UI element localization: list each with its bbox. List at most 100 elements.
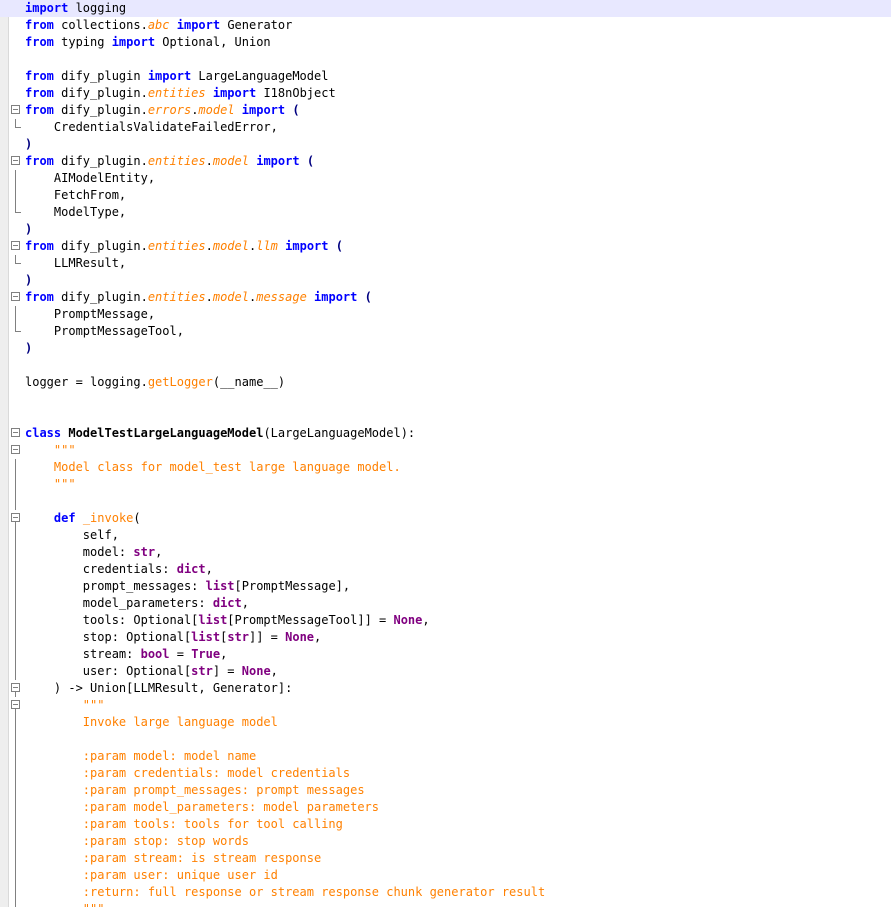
code-line[interactable]: ModelType, [0, 204, 891, 221]
code-line[interactable]: """ [0, 697, 891, 714]
code-token: message [256, 290, 307, 304]
fold-marker [11, 782, 23, 799]
collapse-icon[interactable] [11, 445, 20, 454]
code-line[interactable]: stream: bool = True, [0, 646, 891, 663]
code-line[interactable]: from dify_plugin.entities.model.message … [0, 289, 891, 306]
code-line[interactable]: """ [0, 442, 891, 459]
code-text: ) [25, 136, 32, 153]
code-line[interactable]: logger = logging.getLogger(__name__) [0, 374, 891, 391]
code-line[interactable]: prompt_messages: list[PromptMessage], [0, 578, 891, 595]
code-line[interactable]: user: Optional[str] = None, [0, 663, 891, 680]
code-line[interactable]: LLMResult, [0, 255, 891, 272]
code-text: self, [25, 527, 119, 544]
collapse-icon[interactable] [11, 513, 20, 522]
code-line[interactable]: from typing import Optional, Union [0, 34, 891, 51]
code-line[interactable]: :param credentials: model credentials [0, 765, 891, 782]
code-line[interactable]: from dify_plugin.entities import I18nObj… [0, 85, 891, 102]
code-token: str [133, 545, 156, 559]
code-line[interactable] [0, 391, 891, 408]
code-line[interactable]: :param stream: is stream response [0, 850, 891, 867]
code-line[interactable]: :param model: model name [0, 748, 891, 765]
code-line[interactable]: model_parameters: dict, [0, 595, 891, 612]
fold-marker[interactable] [11, 442, 23, 459]
fold-marker[interactable] [11, 153, 23, 170]
code-text: Model class for model_test large languag… [25, 459, 401, 476]
code-line[interactable] [0, 493, 891, 510]
collapse-icon[interactable] [11, 241, 20, 250]
fold-marker[interactable] [11, 102, 23, 119]
code-token: logging [68, 1, 127, 15]
code-line[interactable]: Model class for model_test large languag… [0, 459, 891, 476]
fold-marker[interactable] [11, 680, 23, 697]
code-line[interactable] [0, 357, 891, 374]
code-line[interactable]: ) [0, 272, 891, 289]
code-line[interactable]: :param model_parameters: model parameter… [0, 799, 891, 816]
code-line[interactable] [0, 408, 891, 425]
code-line[interactable]: PromptMessage, [0, 306, 891, 323]
code-token: I18nObject [256, 86, 336, 100]
fold-marker[interactable] [11, 289, 23, 306]
code-line[interactable]: """ [0, 476, 891, 493]
code-line[interactable]: from collections.abc import Generator [0, 17, 891, 34]
collapse-icon[interactable] [11, 700, 20, 709]
fold-marker [11, 187, 23, 204]
code-token: ModelType, [25, 205, 127, 219]
code-line[interactable]: import logging [0, 0, 891, 17]
code-line[interactable]: tools: Optional[list[PromptMessageTool]]… [0, 612, 891, 629]
fold-marker[interactable] [11, 510, 23, 527]
collapse-icon[interactable] [11, 292, 20, 301]
code-line[interactable]: from dify_plugin.errors.model import ( [0, 102, 891, 119]
collapse-icon[interactable] [11, 156, 20, 165]
code-line[interactable]: ) -> Union[LLMResult, Generator]: [0, 680, 891, 697]
code-line[interactable]: AIModelEntity, [0, 170, 891, 187]
code-text: from dify_plugin.entities import I18nObj… [25, 85, 336, 102]
collapse-icon[interactable] [11, 683, 20, 692]
fold-marker [11, 595, 23, 612]
code-line[interactable]: self, [0, 527, 891, 544]
code-line[interactable]: PromptMessageTool, [0, 323, 891, 340]
code-text: :param tools: tools for tool calling [25, 816, 343, 833]
code-line[interactable]: ) [0, 136, 891, 153]
code-line[interactable]: :param user: unique user id [0, 867, 891, 884]
fold-line [15, 850, 16, 867]
code-lines[interactable]: import logging from collections.abc impor… [0, 0, 891, 907]
code-line[interactable]: :return: full response or stream respons… [0, 884, 891, 901]
code-line[interactable]: credentials: dict, [0, 561, 891, 578]
code-line[interactable]: FetchFrom, [0, 187, 891, 204]
code-line[interactable]: :param stop: stop words [0, 833, 891, 850]
code-line[interactable]: CredentialsValidateFailedError, [0, 119, 891, 136]
code-line[interactable]: from dify_plugin.entities.model import ( [0, 153, 891, 170]
code-line[interactable]: :param prompt_messages: prompt messages [0, 782, 891, 799]
code-editor[interactable]: import logging from collections.abc impor… [0, 0, 891, 907]
fold-line [15, 459, 16, 476]
code-text: ) [25, 221, 32, 238]
code-line[interactable]: class ModelTestLargeLanguageModel(LargeL… [0, 425, 891, 442]
code-line[interactable]: from dify_plugin.entities.model.llm impo… [0, 238, 891, 255]
fold-marker[interactable] [11, 425, 23, 442]
fold-line [15, 561, 16, 578]
code-token: FetchFrom, [25, 188, 127, 202]
code-line[interactable] [0, 731, 891, 748]
code-line[interactable]: def _invoke( [0, 510, 891, 527]
code-line[interactable]: ) [0, 221, 891, 238]
code-line[interactable]: Invoke large language model [0, 714, 891, 731]
code-line[interactable]: :param tools: tools for tool calling [0, 816, 891, 833]
code-line[interactable]: ) [0, 340, 891, 357]
fold-marker[interactable] [11, 697, 23, 714]
fold-marker[interactable] [11, 238, 23, 255]
code-line[interactable]: from dify_plugin import LargeLanguageMod… [0, 68, 891, 85]
code-token: Invoke large language model [25, 715, 278, 729]
code-token: ( [335, 239, 343, 253]
code-line[interactable]: model: str, [0, 544, 891, 561]
collapse-icon[interactable] [11, 105, 20, 114]
code-line[interactable] [0, 51, 891, 68]
code-line[interactable]: """ [0, 901, 891, 907]
code-line[interactable]: stop: Optional[list[str]] = None, [0, 629, 891, 646]
code-token: ( [364, 290, 372, 304]
code-token: , [422, 613, 430, 627]
code-text: prompt_messages: list[PromptMessage], [25, 578, 350, 595]
collapse-icon[interactable] [11, 428, 20, 437]
